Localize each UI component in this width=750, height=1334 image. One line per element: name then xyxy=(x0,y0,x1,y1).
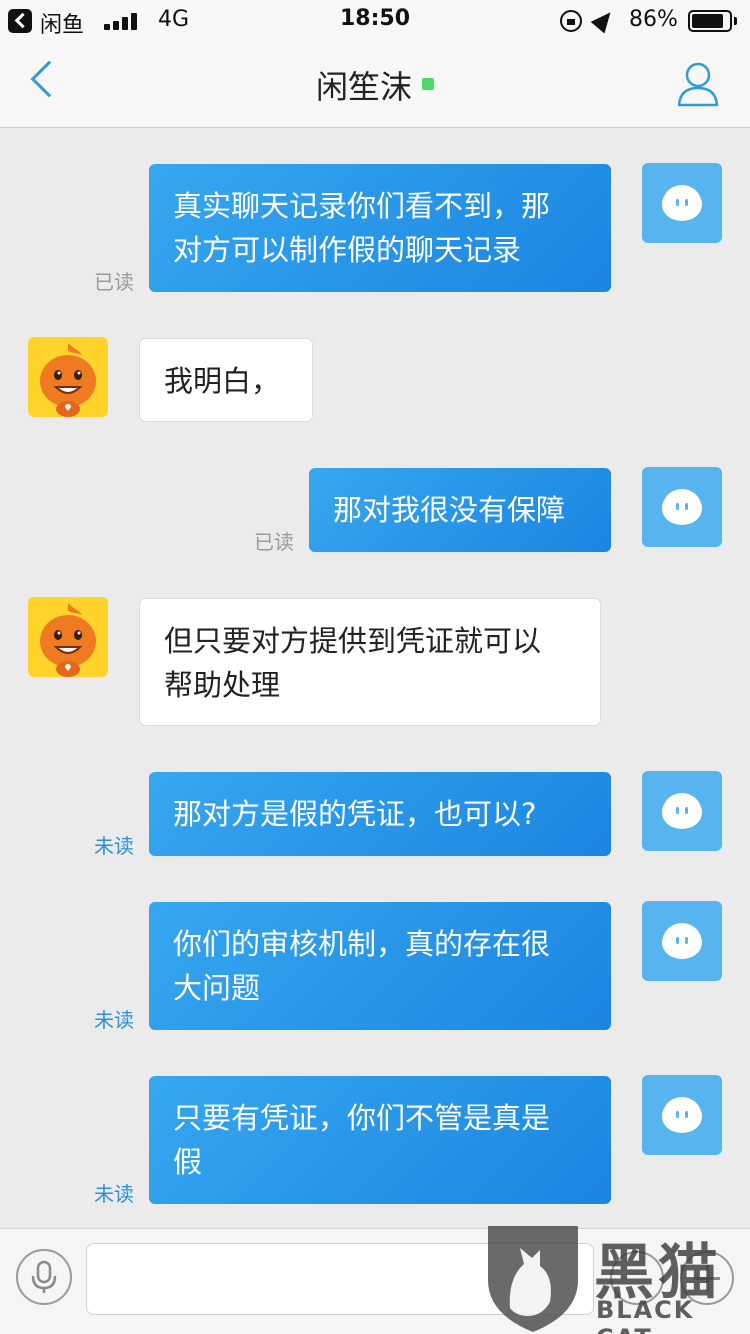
message-text-line: 对方可以制作假的聊天记录 xyxy=(173,233,522,267)
message-text-line: 大问题 xyxy=(173,971,261,1005)
contact-avatar[interactable] xyxy=(28,337,108,417)
self-avatar[interactable] xyxy=(642,1075,722,1155)
orange-mascot-icon xyxy=(40,343,96,417)
cloud-icon xyxy=(662,185,702,221)
black-cat-shield-logo xyxy=(488,1226,578,1332)
profile-icon[interactable] xyxy=(676,60,720,108)
unread-status: 未读 xyxy=(94,1008,134,1032)
black-cat-watermark: 黑猫 BLACK CAT xyxy=(478,1218,750,1334)
cloud-icon xyxy=(662,489,702,525)
self-avatar[interactable] xyxy=(642,467,722,547)
nav-bar: 闲笙沫 xyxy=(0,42,750,128)
self-avatar[interactable] xyxy=(642,901,722,981)
unread-status: 未读 xyxy=(94,834,134,858)
orange-mascot-icon xyxy=(40,603,96,677)
message-text-line: 我明白， xyxy=(164,364,281,398)
battery-icon xyxy=(688,10,732,32)
microphone-icon xyxy=(31,1260,57,1293)
conversation-title-wrap: 闲笙沫 xyxy=(0,62,750,108)
contact-avatar[interactable] xyxy=(28,597,108,677)
battery-percent: 86% xyxy=(629,7,678,32)
message-bubble-outgoing[interactable]: 你们的审核机制，真的存在很 大问题 xyxy=(149,902,611,1030)
read-status: 已读 xyxy=(94,270,134,294)
unread-status: 未读 xyxy=(94,1182,134,1206)
status-bar: 闲鱼 4G 18:50 86% xyxy=(0,0,750,42)
message-bubble-outgoing[interactable]: 只要有凭证，你们不管是真是 假 xyxy=(149,1076,611,1204)
message-text-line: 帮助处理 xyxy=(164,668,281,702)
message-text-line: 你们的审核机制，真的存在很 xyxy=(173,927,551,961)
message-text-line: 那对方是假的凭证，也可以? xyxy=(173,797,537,831)
self-avatar[interactable] xyxy=(642,163,722,243)
conversation-title: 闲笙沫 xyxy=(315,68,412,106)
self-avatar[interactable] xyxy=(642,771,722,851)
cloud-icon xyxy=(662,923,702,959)
cloud-icon xyxy=(662,793,702,829)
message-text-line: 那对我很没有保障 xyxy=(333,493,566,527)
message-bubble-outgoing[interactable]: 那对我很没有保障 xyxy=(309,468,611,552)
message-text-line: 假 xyxy=(173,1145,203,1179)
watermark-english: BLACK CAT xyxy=(596,1296,695,1334)
rotation-lock-icon xyxy=(560,10,582,32)
message-text-line: 真实聊天记录你们看不到，那 xyxy=(173,189,551,223)
message-bubble-incoming[interactable]: 但只要对方提供到凭证就可以 帮助处理 xyxy=(139,598,601,726)
battery-tip xyxy=(734,17,737,25)
online-status-icon xyxy=(422,78,434,90)
message-text-line: 但只要对方提供到凭证就可以 xyxy=(164,624,542,658)
message-bubble-outgoing[interactable]: 那对方是假的凭证，也可以? xyxy=(149,772,611,856)
battery-fill xyxy=(692,14,723,28)
message-bubble-outgoing[interactable]: 真实聊天记录你们看不到，那 对方可以制作假的聊天记录 xyxy=(149,164,611,292)
cloud-icon xyxy=(662,1097,702,1133)
message-bubble-incoming[interactable]: 我明白， xyxy=(139,338,313,422)
read-status: 已读 xyxy=(254,530,294,554)
message-text-line: 只要有凭证，你们不管是真是 xyxy=(173,1101,551,1135)
voice-button[interactable] xyxy=(16,1249,72,1305)
